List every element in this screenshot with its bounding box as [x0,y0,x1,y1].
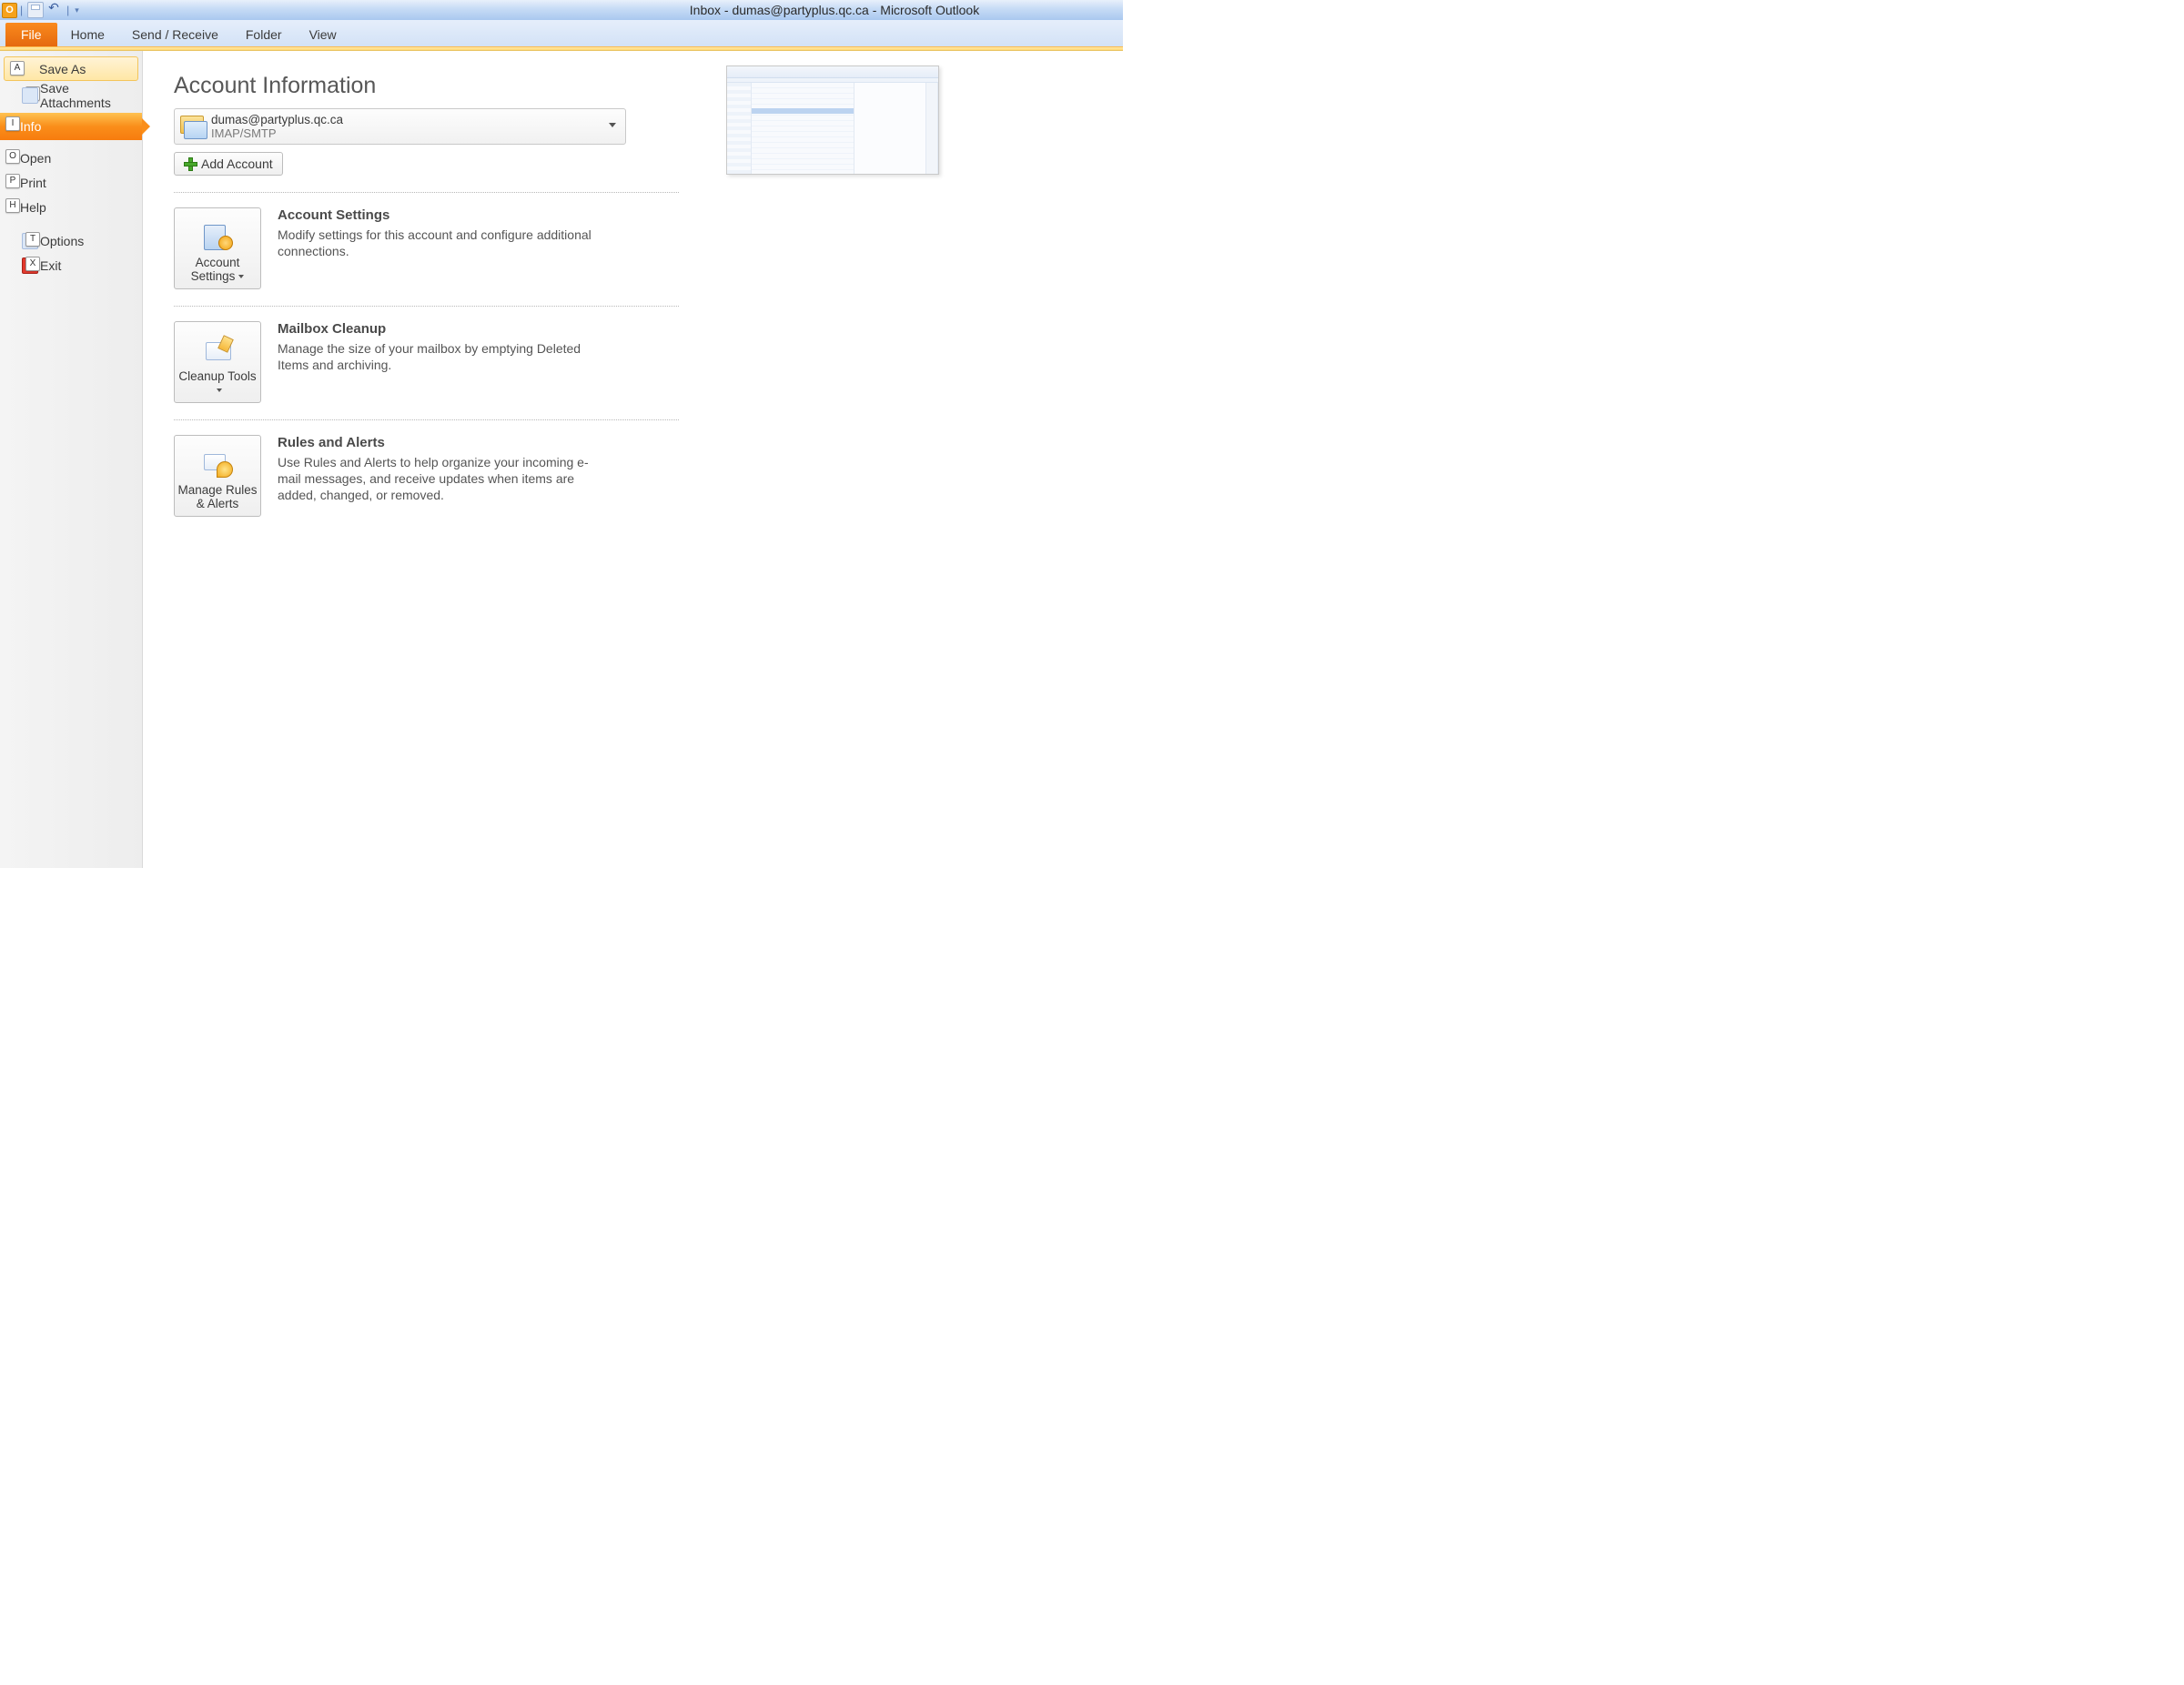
keytip: P [5,174,20,188]
attachment-icon [22,87,38,104]
nav-help[interactable]: H Help [0,195,142,219]
nav-label: Options [40,234,84,248]
nav-save-as[interactable]: A Save As [4,56,138,81]
keytip: H [5,198,20,213]
backstage-main: Account Information dumas@partyplus.qc.c… [143,51,1123,868]
outlook-app-icon: O [2,3,17,18]
account-email: dumas@partyplus.qc.ca [211,113,343,126]
preview-pane [703,51,1123,868]
section-title: Mailbox Cleanup [278,321,596,337]
nav-label: Print [20,176,46,190]
nav-print[interactable]: P Print [0,170,142,195]
keytip: X [25,257,40,271]
qat-customize-arrow-icon[interactable]: ▾ [75,5,79,15]
section-account-settings: Account Settings Account Settings Modify… [174,207,679,289]
chevron-down-icon [609,123,616,127]
account-settings-button[interactable]: Account Settings [174,207,261,289]
nav-label: Exit [40,258,61,273]
cleanup-icon [202,337,233,364]
keytip: I [5,116,20,131]
divider [174,419,679,420]
button-label: Account Settings [191,256,240,283]
section-rules-alerts: Manage Rules & Alerts Rules and Alerts U… [174,435,679,517]
ribbon-tabs: File Home Send / Receive Folder View [0,20,1123,47]
nav-info[interactable]: I Info [0,113,142,140]
section-mailbox-cleanup: Cleanup Tools Mailbox Cleanup Manage the… [174,321,679,403]
title-bar: O | | ▾ Inbox - dumas@partyplus.qc.ca - … [0,0,1123,20]
chevron-down-icon [238,275,244,278]
account-protocol: IMAP/SMTP [211,126,343,140]
tab-send-receive[interactable]: Send / Receive [118,23,232,46]
tab-file[interactable]: File [5,23,57,46]
account-preview-thumbnail [726,66,939,175]
nav-save-attachments[interactable]: M Save Attachments [0,83,142,107]
nav-label: Info [20,119,41,134]
backstage-nav: A Save As M Save Attachments I Info O Op… [0,51,143,868]
tab-view[interactable]: View [296,23,350,46]
keytip: T [25,232,40,247]
separator: | [66,4,69,16]
add-account-button[interactable]: Add Account [174,152,283,176]
divider [174,306,679,307]
section-title: Account Settings [278,207,596,223]
account-folder-icon [180,116,206,137]
section-desc: Manage the size of your mailbox by empty… [278,340,596,373]
keytip: O [5,149,20,164]
page-title: Account Information [174,73,679,99]
rules-icon [202,450,233,478]
tab-home[interactable]: Home [57,23,118,46]
nav-open[interactable]: O Open [0,146,142,170]
section-title: Rules and Alerts [278,435,596,450]
save-icon [23,62,37,76]
divider [174,192,679,193]
nav-options[interactable]: T Options [0,228,142,253]
nav-label: Save As [39,62,86,76]
tab-folder[interactable]: Folder [232,23,296,46]
undo-icon[interactable] [47,3,62,17]
section-desc: Use Rules and Alerts to help organize yo… [278,454,596,503]
cleanup-tools-button[interactable]: Cleanup Tools [174,321,261,403]
button-label: Cleanup Tools [178,369,256,383]
account-settings-icon [202,223,233,250]
nav-label: Save Attachments [40,81,142,110]
section-desc: Modify settings for this account and con… [278,227,596,259]
nav-exit[interactable]: X Exit [0,253,142,277]
add-account-label: Add Account [201,156,273,171]
nav-label: Help [20,200,46,215]
chevron-down-icon [217,388,222,392]
plus-icon [184,157,197,170]
print-icon[interactable] [27,2,44,18]
backstage: A Save As M Save Attachments I Info O Op… [0,51,1123,868]
account-dropdown[interactable]: dumas@partyplus.qc.ca IMAP/SMTP [174,108,626,145]
info-panel: Account Information dumas@partyplus.qc.c… [143,51,703,868]
quick-access-toolbar: O | | ▾ [0,0,1123,20]
manage-rules-button[interactable]: Manage Rules & Alerts [174,435,261,517]
button-label: Manage Rules & Alerts [177,483,257,510]
nav-label: Open [20,151,51,166]
separator: | [20,4,23,16]
